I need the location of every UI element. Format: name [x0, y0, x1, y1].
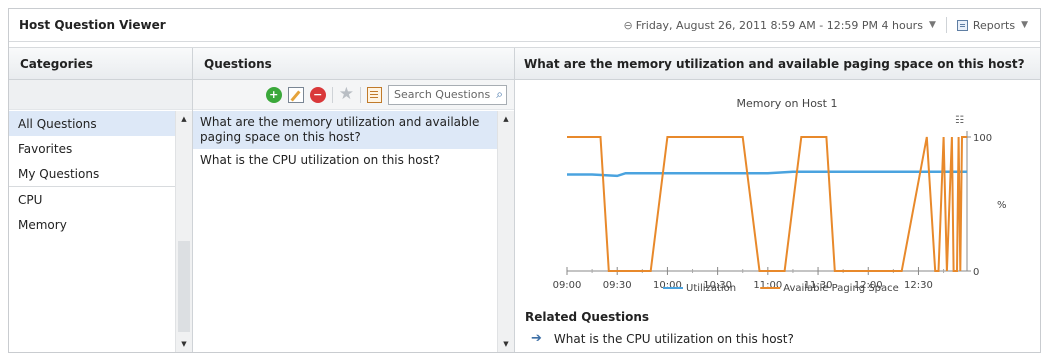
chevron-down-icon[interactable]: ▼ — [1021, 20, 1028, 30]
chart-menu-icon: ☷ — [955, 115, 964, 126]
category-item-cpu[interactable]: CPU — [9, 187, 175, 212]
x-tick-label: 09:30 — [603, 280, 632, 291]
categories-panel: Categories All Questions Favorites My Qu… — [9, 48, 193, 352]
reports-menu[interactable]: Reports — [973, 19, 1015, 32]
questions-toolbar: + − ★ Search Questions ⌕ — [193, 80, 514, 110]
host-question-viewer: Host Question Viewer ⊖ Friday, August 26… — [8, 8, 1041, 353]
y-tick-label: 0 — [973, 267, 979, 278]
related-questions: Related Questions ➔ What is the CPU util… — [525, 310, 794, 346]
arrow-right-icon: ➔ — [531, 331, 542, 346]
questions-list: What are the memory utilization and avai… — [193, 111, 514, 352]
x-tick-label: 09:00 — [553, 280, 582, 291]
detail-header: What are the memory utilization and avai… — [515, 48, 1040, 80]
report-button[interactable] — [367, 86, 382, 103]
x-tick-label: 12:30 — [904, 280, 933, 291]
chart-svg: Memory on Host 1☷0100%09:00 09:30 10:00 10:… — [553, 97, 1007, 294]
panels: Categories All Questions Favorites My Qu… — [9, 47, 1040, 352]
related-question-label[interactable]: What is the CPU utilization on this host… — [554, 332, 794, 346]
categories-toolbar — [9, 80, 192, 110]
chevron-down-icon[interactable]: ▼ — [929, 20, 936, 30]
series-line-available-paging-space — [567, 136, 967, 272]
toolbar-divider — [360, 86, 361, 103]
viewer-topbar: Host Question Viewer ⊖ Friday, August 26… — [9, 9, 1040, 42]
series-line-utilization — [567, 170, 967, 178]
favorite-star-icon[interactable]: ★ — [339, 86, 354, 103]
legend-label: Available Paging Space — [783, 283, 899, 294]
categories-scrollbar[interactable]: ▲ ▼ — [175, 111, 192, 352]
question-item[interactable]: What is the CPU utilization on this host… — [193, 149, 497, 172]
y-tick-label: 100 — [973, 133, 992, 144]
memory-chart: Memory on Host 1 ☷ 0 100% 09:00 09:30 10:00 10:… — [515, 81, 1040, 306]
legend-label: Utilization — [686, 283, 736, 294]
category-item-favorites[interactable]: Favorites — [9, 136, 175, 161]
scroll-up-icon[interactable]: ▲ — [176, 111, 192, 127]
scroll-down-icon[interactable]: ▼ — [176, 336, 192, 352]
scroll-thumb[interactable] — [178, 241, 190, 332]
viewer-title: Host Question Viewer — [19, 18, 166, 32]
add-question-button[interactable]: + — [265, 86, 282, 103]
chart-title: Memory on Host 1 — [737, 97, 838, 110]
category-item-all-questions[interactable]: All Questions — [9, 111, 175, 136]
category-item-my-questions[interactable]: My Questions — [9, 161, 175, 186]
x-tick-label: 10:00 — [653, 280, 682, 291]
reports-icon — [956, 19, 968, 31]
search-icon[interactable]: ⌕ — [496, 87, 503, 102]
x-tick-label: 11:00 — [753, 280, 782, 291]
detail-panel: What are the memory utilization and avai… — [515, 48, 1040, 352]
categories-list: All Questions Favorites My Questions CPU… — [9, 111, 192, 352]
topbar-divider — [945, 17, 947, 33]
search-placeholder: Search Questions — [394, 88, 491, 101]
toolbar-divider — [331, 86, 333, 103]
search-questions-input[interactable]: Search Questions ⌕ — [388, 84, 507, 105]
edit-question-button[interactable] — [287, 86, 304, 103]
remove-question-button[interactable]: − — [309, 86, 326, 103]
questions-scrollbar[interactable]: ▲ ▼ — [497, 111, 514, 352]
time-range-icon: ⊖ — [623, 18, 633, 32]
question-item[interactable]: What are the memory utilization and avai… — [193, 111, 497, 149]
questions-header: Questions — [193, 48, 514, 80]
topbar-controls: ⊖ Friday, August 26, 2011 8:59 AM - 12:5… — [623, 17, 1028, 33]
scroll-down-icon[interactable]: ▼ — [498, 336, 514, 352]
related-questions-title: Related Questions — [525, 310, 650, 324]
time-range-selector[interactable]: Friday, August 26, 2011 8:59 AM - 12:59 … — [636, 19, 923, 32]
y-axis-label: % — [997, 200, 1007, 211]
category-item-memory[interactable]: Memory — [9, 212, 175, 237]
questions-panel: Questions + − ★ Search Questions ⌕ What … — [193, 48, 515, 352]
related-question-link[interactable]: ➔ What is the CPU utilization on this ho… — [525, 331, 794, 346]
scroll-up-icon[interactable]: ▲ — [498, 111, 514, 127]
categories-header: Categories — [9, 48, 192, 80]
